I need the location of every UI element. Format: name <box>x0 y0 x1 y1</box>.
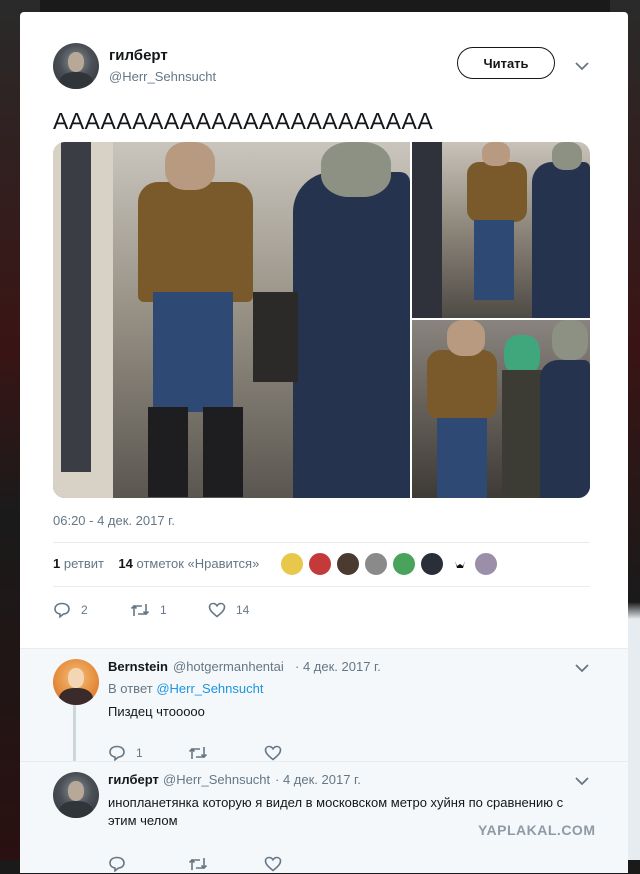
author-avatar[interactable] <box>53 43 99 89</box>
reply-text-line-2: этим челом <box>108 813 178 828</box>
retweets-label[interactable]: ретвит <box>64 556 104 571</box>
reply-author-handle[interactable]: @hotgermanhentai <box>173 659 284 674</box>
reply-icon <box>54 602 70 618</box>
retweet-action[interactable] <box>188 856 218 872</box>
divider <box>53 542 590 543</box>
reply-date[interactable]: · 4 дек. 2017 г. <box>275 772 361 787</box>
likes-count[interactable]: 14 <box>118 556 132 571</box>
heart-icon <box>264 856 282 872</box>
replies-section: Bernstein @hotgermanhentai · 4 дек. 2017… <box>20 648 628 873</box>
photo-3[interactable] <box>412 320 590 498</box>
reply-tweet[interactable]: гилберт @Herr_Sehnsucht · 4 дек. 2017 г.… <box>20 761 628 874</box>
reply-action[interactable]: 2 <box>53 602 88 618</box>
retweet-icon <box>188 858 208 870</box>
photo-1[interactable] <box>53 142 410 498</box>
tweet-card: гилберт @Herr_Sehnsucht Читать ААААААААА… <box>20 12 628 873</box>
like-count: 14 <box>236 603 250 617</box>
reply-tweet[interactable]: Bernstein @hotgermanhentai · 4 дек. 2017… <box>20 649 628 761</box>
heart-icon <box>208 602 226 618</box>
thread-line <box>73 705 76 761</box>
tweet-text: АААААААААААААААААААААААА <box>53 108 434 134</box>
liker-avatar[interactable] <box>448 552 472 576</box>
liker-avatar[interactable] <box>392 552 416 576</box>
author-handle[interactable]: @Herr_Sehnsucht <box>109 69 216 84</box>
reply-to-line: В ответ @Herr_Sehnsucht <box>108 681 263 696</box>
main-tweet: гилберт @Herr_Sehnsucht Читать ААААААААА… <box>20 12 628 648</box>
liker-avatar[interactable] <box>308 552 332 576</box>
watermark: YAPLAKAL.COM <box>478 822 596 838</box>
follow-button[interactable]: Читать <box>457 47 555 79</box>
reply-to-handle-link[interactable]: @Herr_Sehnsucht <box>156 681 263 696</box>
retweet-action[interactable]: 1 <box>130 602 167 618</box>
reply-to-prefix: В ответ <box>108 681 153 696</box>
heart-icon <box>264 745 282 761</box>
liker-avatar[interactable] <box>364 552 388 576</box>
author-name[interactable]: гилберт <box>109 47 168 64</box>
reply-action[interactable]: 1 <box>108 745 143 761</box>
like-action[interactable]: 14 <box>208 602 249 618</box>
reply-author-name[interactable]: гилберт <box>108 772 159 787</box>
reply-count: 2 <box>81 603 88 617</box>
reply-author-name[interactable]: Bernstein <box>108 659 168 674</box>
liker-avatar[interactable] <box>336 552 360 576</box>
retweet-icon <box>188 747 208 759</box>
chevron-down-icon[interactable] <box>573 775 591 787</box>
retweets-count[interactable]: 1 <box>53 556 60 571</box>
reply-author-avatar[interactable] <box>53 772 99 818</box>
chevron-down-icon[interactable] <box>573 60 591 72</box>
reply-icon <box>109 745 125 761</box>
reply-text-line-1: инопланетянка которую я видел в московск… <box>108 795 564 810</box>
reply-author-avatar[interactable] <box>53 659 99 705</box>
reply-date[interactable]: · 4 дек. 2017 г. <box>295 659 381 674</box>
reply-author-handle[interactable]: @Herr_Sehnsucht <box>163 772 270 787</box>
tweet-timestamp[interactable]: 06:20 - 4 дек. 2017 г. <box>53 513 175 528</box>
chevron-down-icon[interactable] <box>573 662 591 674</box>
like-action[interactable] <box>264 745 292 761</box>
liker-avatar[interactable] <box>474 552 498 576</box>
reply-text: Пиздец чтооооо <box>108 704 205 719</box>
retweet-count: 1 <box>160 603 167 617</box>
like-action[interactable] <box>264 856 292 872</box>
retweet-icon <box>130 604 150 616</box>
retweet-action[interactable] <box>188 745 218 761</box>
reply-action[interactable] <box>108 856 136 872</box>
likes-label[interactable]: отметок «Нравится» <box>137 556 260 571</box>
tweet-stats: 1 ретвит 14 отметок «Нравится» <box>53 556 259 571</box>
reply-count: 1 <box>136 746 143 760</box>
liker-avatar[interactable] <box>280 552 304 576</box>
divider <box>53 586 590 587</box>
liker-avatar[interactable] <box>420 552 444 576</box>
photo-2[interactable] <box>412 142 590 318</box>
reply-icon <box>109 856 125 872</box>
media-grid <box>53 142 590 498</box>
